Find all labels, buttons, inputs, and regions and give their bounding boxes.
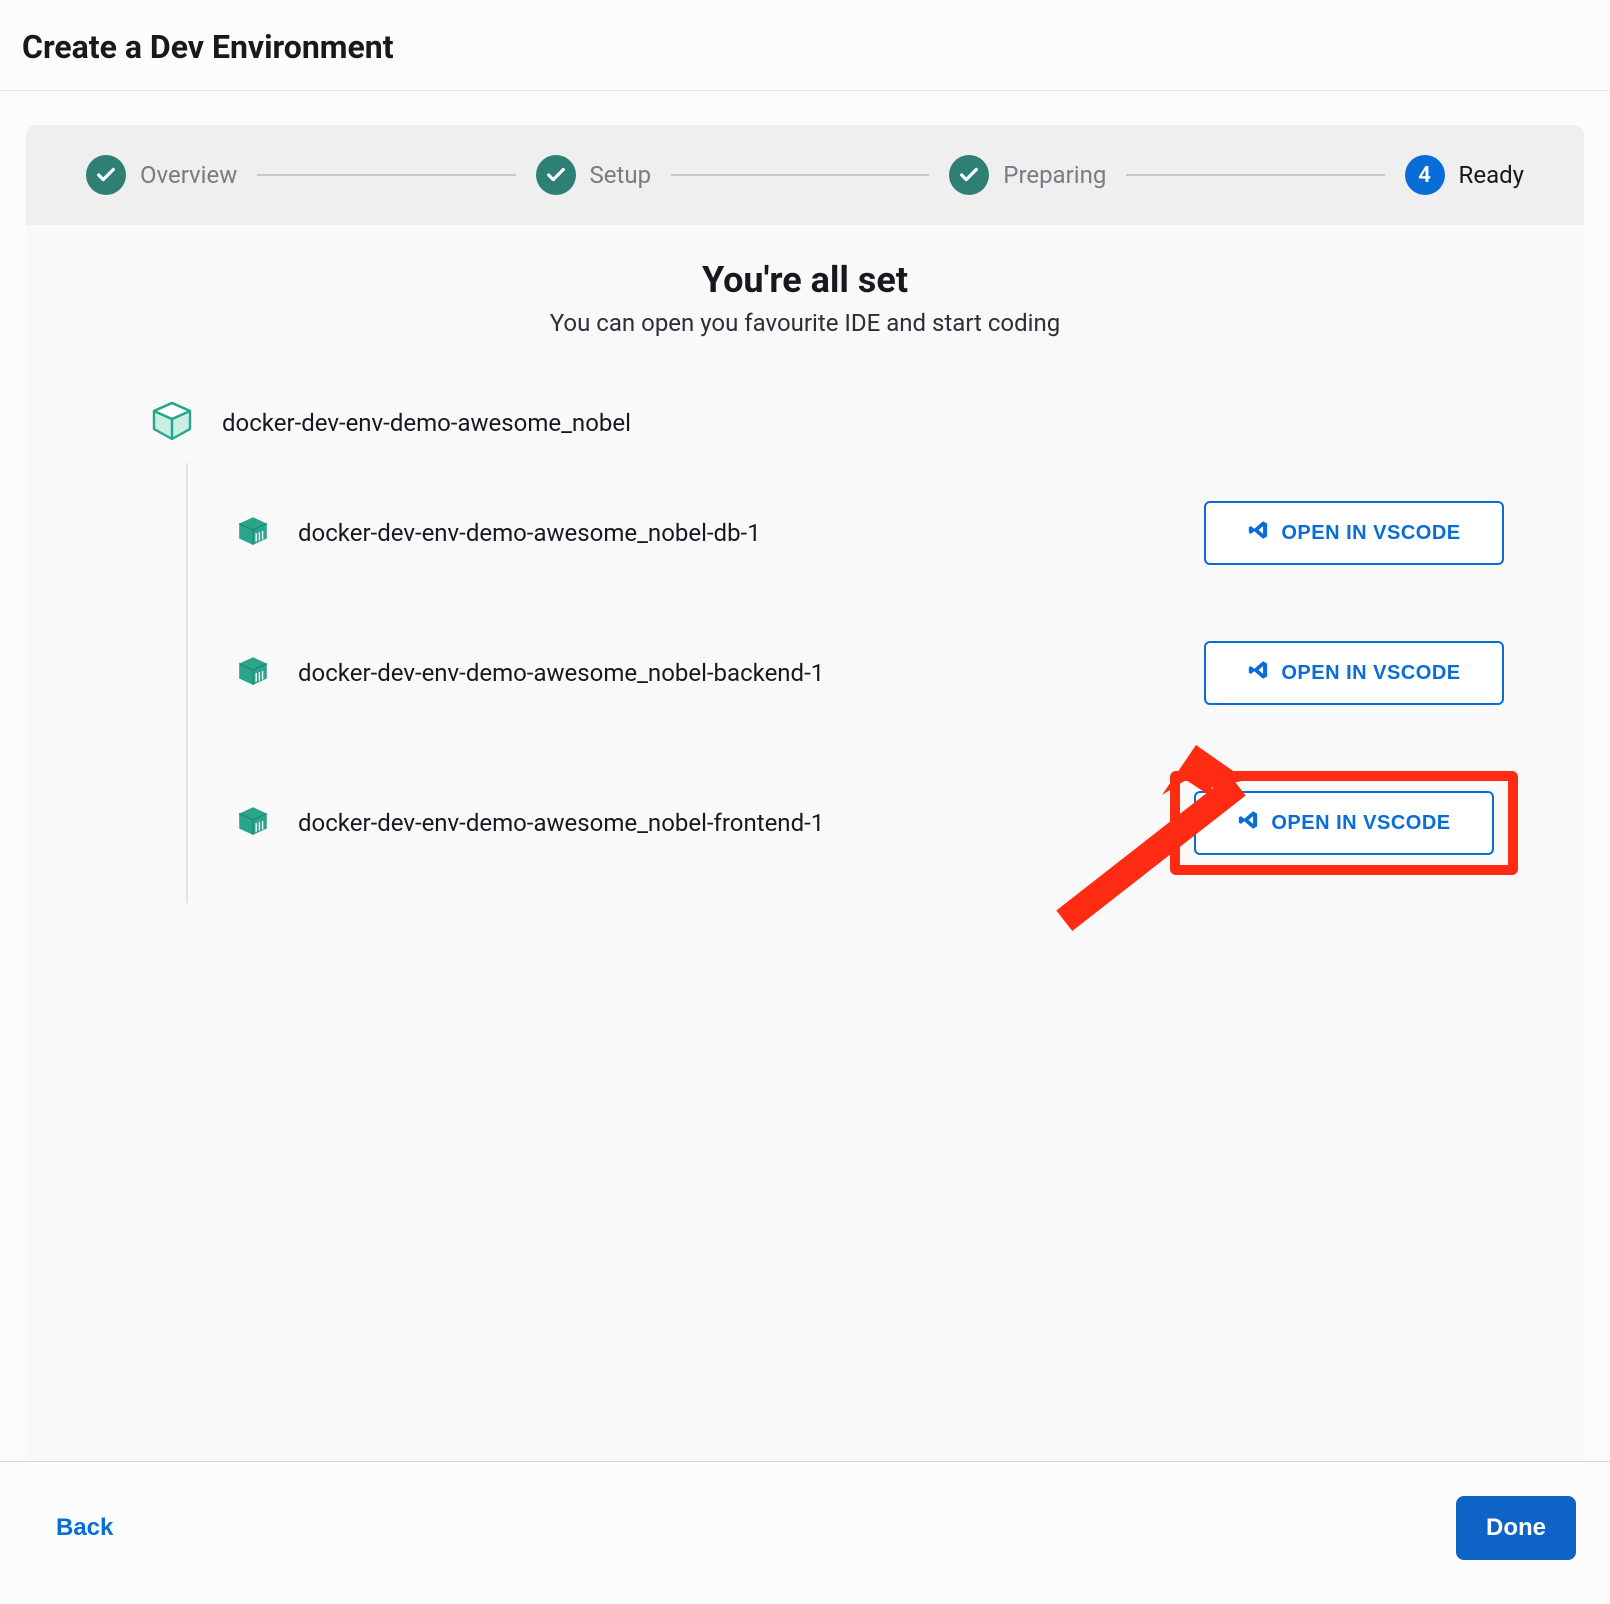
- container-name: docker-dev-env-demo-awesome_nobel-db-1: [298, 519, 761, 547]
- open-label: OPEN IN VSCODE: [1281, 522, 1460, 545]
- step-number-icon: 4: [1405, 155, 1445, 195]
- containers-list: docker-dev-env-demo-awesome_nobel-db-1 O…: [186, 463, 1524, 903]
- container-icon: [236, 514, 270, 552]
- open-in-vscode-button[interactable]: OPEN IN VSCODE: [1194, 791, 1494, 855]
- step-connector: [671, 174, 929, 176]
- stepper: Overview Setup Preparing 4 Ready: [26, 125, 1584, 225]
- check-icon: [949, 155, 989, 195]
- dialog-body: Overview Setup Preparing 4 Ready You're …: [0, 91, 1610, 1461]
- ready-panel: You're all set You can open you favourit…: [26, 225, 1584, 1461]
- step-connector: [257, 174, 515, 176]
- step-label: Ready: [1459, 161, 1524, 189]
- step-label: Overview: [140, 161, 237, 189]
- step-connector: [1126, 174, 1384, 176]
- dialog-title: Create a Dev Environment: [22, 28, 1588, 66]
- dialog-header: Create a Dev Environment: [0, 0, 1610, 91]
- environment-name: docker-dev-env-demo-awesome_nobel: [222, 409, 631, 437]
- step-setup: Setup: [536, 155, 652, 195]
- ready-headline: You're all set: [86, 259, 1524, 301]
- environment-row: docker-dev-env-demo-awesome_nobel: [86, 387, 1524, 463]
- vscode-icon: [1247, 659, 1269, 687]
- container-row: docker-dev-env-demo-awesome_nobel-db-1 O…: [196, 463, 1524, 603]
- vscode-icon: [1247, 519, 1269, 547]
- package-icon: [148, 397, 196, 449]
- check-icon: [86, 155, 126, 195]
- open-in-vscode-button[interactable]: OPEN IN VSCODE: [1204, 641, 1504, 705]
- vscode-icon: [1237, 809, 1259, 837]
- annotation-highlight-box: OPEN IN VSCODE: [1170, 771, 1518, 875]
- container-row: docker-dev-env-demo-awesome_nobel-backen…: [196, 603, 1524, 743]
- back-button[interactable]: Back: [56, 1514, 113, 1542]
- open-label: OPEN IN VSCODE: [1271, 812, 1450, 835]
- dialog-footer: Back Done: [0, 1461, 1610, 1604]
- check-icon: [536, 155, 576, 195]
- step-overview: Overview: [86, 155, 237, 195]
- container-name: docker-dev-env-demo-awesome_nobel-backen…: [298, 659, 824, 687]
- done-button[interactable]: Done: [1456, 1496, 1576, 1560]
- container-name: docker-dev-env-demo-awesome_nobel-fronte…: [298, 809, 824, 837]
- container-row: docker-dev-env-demo-awesome_nobel-fronte…: [196, 743, 1524, 903]
- open-in-vscode-button[interactable]: OPEN IN VSCODE: [1204, 501, 1504, 565]
- ready-subhead: You can open you favourite IDE and start…: [86, 309, 1524, 337]
- container-icon: [236, 654, 270, 692]
- step-ready: 4 Ready: [1405, 155, 1524, 195]
- open-label: OPEN IN VSCODE: [1281, 662, 1460, 685]
- step-label: Setup: [590, 161, 652, 189]
- step-label: Preparing: [1003, 161, 1106, 189]
- container-icon: [236, 804, 270, 842]
- step-preparing: Preparing: [949, 155, 1106, 195]
